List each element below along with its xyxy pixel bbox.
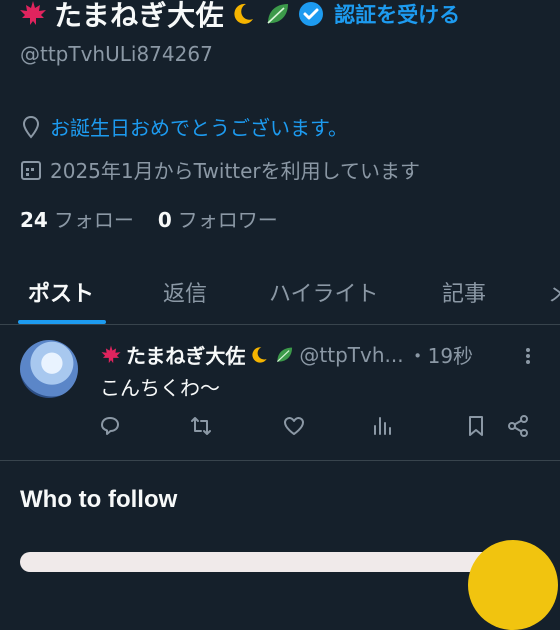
post-divider (0, 460, 560, 461)
repost-icon[interactable] (189, 414, 213, 438)
location-pin-icon (20, 115, 42, 139)
post-author-handle[interactable]: @ttpTvh... (299, 343, 403, 367)
tabs-divider (0, 324, 560, 325)
tab-replies[interactable]: 返信 (163, 276, 207, 308)
calendar-icon (20, 159, 42, 181)
following-link[interactable]: 24 フォロー (20, 204, 134, 233)
profile-name-row: たまねぎ大佐 認証を受ける (18, 0, 460, 34)
crescent-moon-icon (249, 345, 269, 365)
tab-posts[interactable]: ポスト (28, 276, 94, 308)
display-name: たまねぎ大佐 (54, 0, 225, 32)
tab-media[interactable]: メ (548, 276, 560, 308)
leaf-icon (273, 344, 295, 366)
tab-highlights[interactable]: ハイライト (269, 276, 379, 308)
profile-tabs: ポスト 返信 ハイライト 記事 メ (0, 262, 560, 324)
reply-icon[interactable] (98, 414, 122, 438)
more-options-icon[interactable] (518, 346, 538, 366)
avatar[interactable] (20, 340, 78, 398)
maple-leaf-icon (100, 344, 122, 366)
verified-badge-icon[interactable] (298, 1, 324, 27)
bookmark-icon[interactable] (464, 414, 488, 438)
maple-leaf-icon (18, 0, 48, 29)
post-time[interactable]: ・19秒 (408, 340, 473, 369)
like-icon[interactable] (282, 414, 306, 438)
birthday-link[interactable]: お誕生日おめでとうございます。 (50, 112, 348, 141)
post-author-name[interactable]: たまねぎ大佐 (126, 340, 245, 369)
follow-stats: 24 フォロー 0 フォロワー (20, 204, 278, 233)
suggested-user-avatar[interactable] (468, 540, 558, 630)
post-header: たまねぎ大佐 @ttpTvh... ・19秒 (100, 340, 473, 369)
crescent-moon-icon (230, 1, 256, 27)
profile-handle: @ttpTvhULi874267 (20, 42, 213, 66)
leaf-icon (262, 0, 292, 29)
joined-row: 2025年1月からTwitterを利用しています (20, 155, 420, 184)
views-icon[interactable] (370, 414, 394, 438)
share-icon[interactable] (506, 414, 530, 438)
joined-text: 2025年1月からTwitterを利用しています (50, 159, 421, 183)
post-text: こんちくわ〜 (100, 376, 220, 400)
who-to-follow-heading: Who to follow (20, 486, 178, 513)
get-verified-link[interactable]: 認証を受ける (334, 0, 460, 29)
birthday-row: お誕生日おめでとうございます。 (20, 112, 348, 141)
suggested-user-card[interactable] (20, 552, 500, 572)
tab-articles[interactable]: 記事 (442, 276, 486, 308)
followers-link[interactable]: 0 フォロワー (158, 204, 278, 233)
